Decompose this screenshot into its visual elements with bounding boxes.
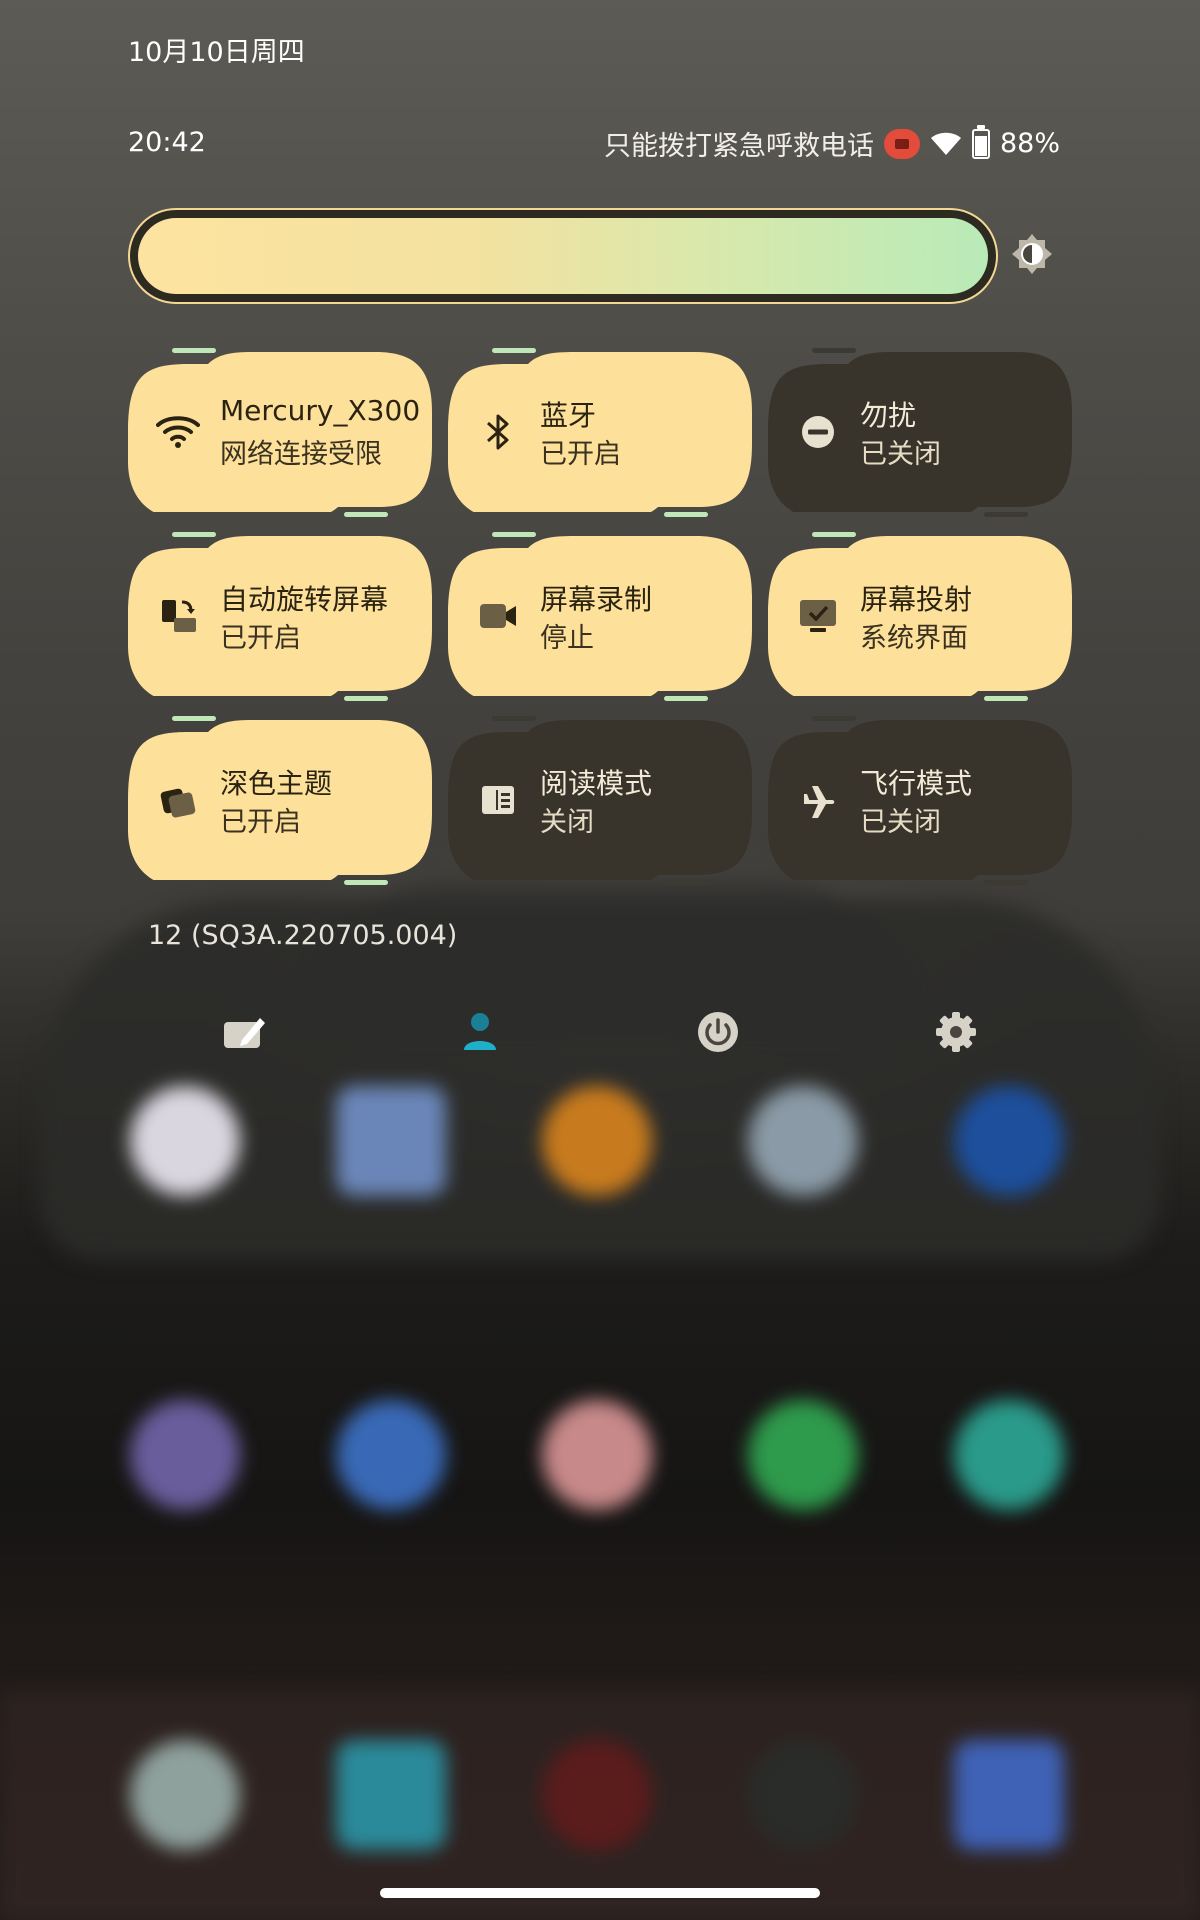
tile-cast[interactable]: 屏幕投射 系统界面 [768,536,1072,696]
blurred-app-icon [542,1740,652,1850]
wallpaper-car [40,900,1160,1260]
tile-title: 飞行模式 [860,767,973,800]
power-icon[interactable] [696,1010,740,1054]
tile-subtitle: 网络连接受限 [220,439,382,470]
tile-indicator-bottom [344,512,388,517]
blurred-app-icon [748,1086,858,1196]
tile-indicator-bottom [664,880,708,885]
blurred-app-icon [954,1400,1064,1510]
wifi-signal-icon [930,132,961,155]
settings-icon[interactable] [934,1010,978,1054]
date-label: 10月10日周四 [128,37,305,68]
tile-subtitle: 已开启 [540,439,621,470]
status-bar: 只能拨打紧急呼救电话 88% [604,124,1060,163]
blurred-app-icon [542,1400,652,1510]
screen-record-icon [474,592,522,640]
tile-indicator-top [492,348,536,353]
tile-screenrecord[interactable]: 屏幕录制 停止 [448,536,752,696]
tile-indicator-bottom [984,512,1028,517]
tile-subtitle: 系统界面 [860,623,968,654]
tile-reading[interactable]: 阅读模式 关闭 [448,720,752,880]
carrier-status-text: 只能拨打紧急呼救电话 [603,131,874,162]
tile-indicator-top [812,716,856,721]
tile-indicator-top [492,532,536,537]
dark-theme-icon [154,776,202,824]
tile-indicator-top [492,716,536,721]
tile-subtitle: 停止 [540,623,594,654]
build-number: 12 (SQ3A.220705.004) [148,920,458,951]
battery-icon [971,124,990,159]
blurred-app-icon [130,1400,240,1510]
tile-title: 阅读模式 [540,767,653,800]
tile-indicator-bottom [664,512,708,517]
brightness-slider-fill [138,218,988,294]
tile-subtitle: 关闭 [540,807,594,838]
tile-indicator-bottom [984,880,1028,885]
home-gesture-bar[interactable] [380,1888,820,1898]
tile-title: 蓝牙 [540,399,597,432]
reading-mode-icon [474,776,522,824]
blurred-app-icon [336,1740,446,1850]
tile-indicator-top [172,348,216,353]
tile-subtitle: 已开启 [220,807,301,838]
bluetooth-icon [474,408,522,456]
battery-percent: 88% [999,128,1060,159]
tile-indicator-top [172,532,216,537]
tile-indicator-bottom [344,880,388,885]
tile-indicator-bottom [664,696,708,701]
airplane-icon [794,776,842,824]
cast-icon [794,592,842,640]
user-icon[interactable] [458,1010,502,1054]
tile-title: 屏幕投射 [860,583,973,616]
blurred-app-icon [130,1086,240,1196]
tile-subtitle: 已关闭 [860,807,941,838]
screen-record-indicator-icon[interactable] [883,128,920,159]
tile-dnd[interactable]: 勿扰 已关闭 [768,352,1072,512]
blurred-app-icon [336,1400,446,1510]
blurred-app-icon [130,1740,240,1850]
brightness-slider[interactable] [128,208,998,304]
tile-indicator-top [812,348,856,353]
tile-subtitle: 已关闭 [860,439,941,470]
tile-airplane[interactable]: 飞行模式 已关闭 [768,720,1072,880]
blurred-app-icon [954,1740,1064,1850]
tile-title: 勿扰 [860,399,917,432]
tile-autorotate[interactable]: 自动旋转屏幕 已开启 [128,536,432,696]
blurred-app-icon [336,1086,446,1196]
wifi-icon [154,408,202,456]
tile-title: Mercury_X300 [220,394,420,427]
tile-subtitle: 已开启 [220,623,301,654]
tile-indicator-top [172,716,216,721]
auto-rotate-icon [154,592,202,640]
auto-brightness-icon[interactable] [1012,234,1052,274]
tile-title: 深色主题 [220,767,333,800]
tile-title: 自动旋转屏幕 [220,583,389,616]
tile-indicator-top [812,532,856,537]
clock: 20:42 [128,127,206,158]
tile-indicator-bottom [984,696,1028,701]
blurred-app-icon [954,1086,1064,1196]
blurred-app-icon [748,1740,858,1850]
do-not-disturb-icon [794,408,842,456]
blurred-app-icon [542,1086,652,1196]
blurred-app-icon [748,1400,858,1510]
tile-wifi[interactable]: Mercury_X300 网络连接受限 [128,352,432,512]
tile-title: 屏幕录制 [540,583,653,616]
tile-darktheme[interactable]: 深色主题 已开启 [128,720,432,880]
tile-bluetooth[interactable]: 蓝牙 已开启 [448,352,752,512]
tile-indicator-bottom [344,696,388,701]
edit-icon[interactable] [222,1010,266,1054]
